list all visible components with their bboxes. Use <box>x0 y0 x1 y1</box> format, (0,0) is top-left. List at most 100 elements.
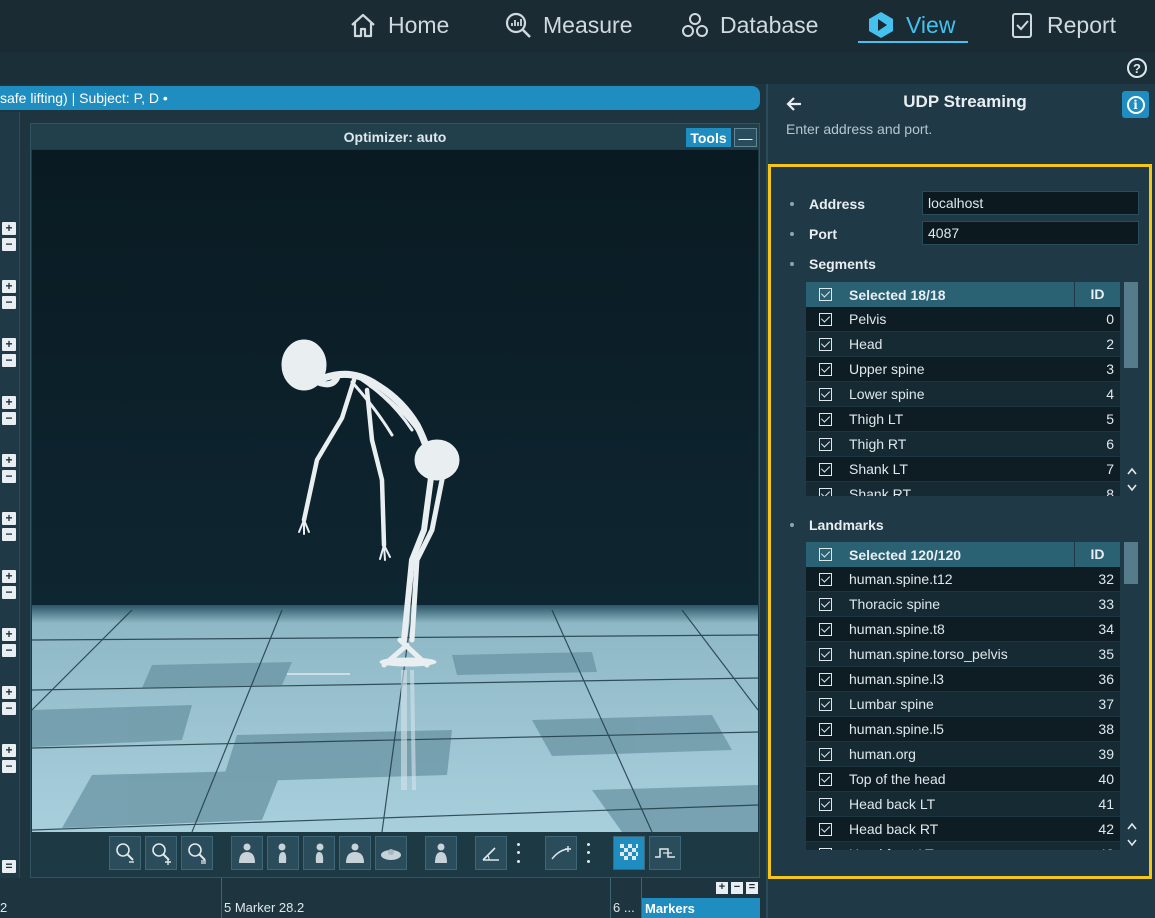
expand-button[interactable]: + <box>2 570 16 583</box>
nav-measure[interactable]: Measure <box>503 6 632 44</box>
expand-button[interactable]: + <box>2 280 16 293</box>
select-all-landmarks-checkbox[interactable] <box>819 548 832 561</box>
nav-home[interactable]: Home <box>348 6 449 44</box>
segments-scroll-thumb[interactable] <box>1124 282 1138 368</box>
expand-button[interactable]: + <box>2 338 16 351</box>
back-arrow-icon[interactable] <box>785 94 805 114</box>
info-button[interactable]: i <box>1122 91 1149 118</box>
nav-database[interactable]: Database <box>680 6 818 44</box>
help-icon[interactable]: ? <box>1127 58 1147 78</box>
nav-view[interactable]: View <box>866 6 955 44</box>
signal-toggle-button[interactable] <box>649 836 681 870</box>
zoom-out-button[interactable] <box>109 836 141 870</box>
collapse-button[interactable]: − <box>2 586 16 599</box>
row-checkbox[interactable] <box>819 337 832 351</box>
angle-menu-dots[interactable] <box>516 840 520 866</box>
row-checkbox[interactable] <box>819 747 832 761</box>
view-perspective-button[interactable] <box>425 836 457 870</box>
port-input[interactable] <box>922 221 1139 245</box>
row-checkbox[interactable] <box>819 572 832 586</box>
expand-button[interactable]: + <box>2 454 16 467</box>
list-item[interactable]: human.spine.t12 32 <box>806 567 1120 592</box>
collapse-button[interactable]: − <box>2 412 16 425</box>
row-checkbox[interactable] <box>819 412 832 426</box>
scroll-down-icon[interactable] <box>1126 838 1138 848</box>
3d-scene[interactable] <box>32 150 758 832</box>
list-item[interactable]: Head front LT43 <box>806 842 1120 850</box>
list-item[interactable]: Lumbar spine 37 <box>806 692 1120 717</box>
timeline-add-button[interactable]: + <box>716 882 728 894</box>
row-checkbox[interactable] <box>819 462 832 476</box>
list-item[interactable]: human.org 39 <box>806 742 1120 767</box>
list-item[interactable]: Pelvis 0 <box>806 307 1120 332</box>
address-input[interactable] <box>922 191 1139 215</box>
view-side-right-button[interactable] <box>303 836 335 870</box>
list-item[interactable]: Thigh RT 6 <box>806 432 1120 457</box>
list-item[interactable]: Lower spine 4 <box>806 382 1120 407</box>
markers-tab[interactable]: Markers <box>642 898 760 918</box>
list-item[interactable]: Head back RT 42 <box>806 817 1120 842</box>
select-all-segments-checkbox[interactable] <box>819 288 832 301</box>
row-checkbox[interactable] <box>819 597 832 611</box>
row-checkbox[interactable] <box>819 847 832 850</box>
expand-button[interactable]: + <box>2 396 16 409</box>
row-checkbox[interactable] <box>819 312 832 326</box>
collapse-button[interactable]: − <box>2 760 16 773</box>
expand-button[interactable]: + <box>2 744 16 757</box>
trajectory-menu-dots[interactable] <box>586 840 590 866</box>
row-checkbox[interactable] <box>819 437 832 451</box>
timeline-remove-button[interactable]: − <box>731 882 743 894</box>
collapse-button[interactable]: − <box>2 702 16 715</box>
view-side-left-button[interactable] <box>267 836 299 870</box>
list-item[interactable]: human.spine.l5 38 <box>806 717 1120 742</box>
view-front-button[interactable] <box>231 836 263 870</box>
row-checkbox[interactable] <box>819 622 832 636</box>
collapse-button[interactable]: − <box>2 470 16 483</box>
row-checkbox[interactable] <box>819 822 832 836</box>
list-item[interactable]: Thoracic spine 33 <box>806 592 1120 617</box>
collapse-button[interactable]: − <box>2 644 16 657</box>
list-item[interactable]: Top of the head 40 <box>806 767 1120 792</box>
expand-button[interactable]: + <box>2 628 16 641</box>
row-checkbox[interactable] <box>819 797 832 811</box>
row-checkbox[interactable] <box>819 387 832 401</box>
floor-toggle-button[interactable] <box>613 836 645 870</box>
row-checkbox[interactable] <box>819 722 832 736</box>
expand-button[interactable]: + <box>2 686 16 699</box>
list-item[interactable]: Shank RT 8 <box>806 482 1120 496</box>
view-top-button[interactable] <box>375 836 407 870</box>
zoom-reset-button[interactable] <box>181 836 213 870</box>
collapse-button[interactable]: − <box>2 238 16 251</box>
scroll-down-icon[interactable] <box>1126 483 1138 493</box>
tools-button[interactable]: Tools <box>686 128 731 147</box>
nav-report[interactable]: Report <box>1007 6 1116 44</box>
view-back-button[interactable] <box>339 836 371 870</box>
expand-button[interactable]: + <box>2 222 16 235</box>
row-checkbox[interactable] <box>819 772 832 786</box>
trajectory-tool-button[interactable] <box>545 836 577 870</box>
angle-tool-button[interactable] <box>475 836 507 870</box>
row-checkbox[interactable] <box>819 362 832 376</box>
list-item[interactable]: human.spine.torso_pelvis 35 <box>806 642 1120 667</box>
row-checkbox[interactable] <box>819 487 832 496</box>
expand-button[interactable]: + <box>2 512 16 525</box>
collapse-all-button[interactable]: = <box>2 860 16 873</box>
scroll-up-icon[interactable] <box>1126 466 1138 476</box>
landmarks-scrollbar[interactable] <box>1124 542 1138 848</box>
collapse-button[interactable]: − <box>2 296 16 309</box>
scroll-up-icon[interactable] <box>1126 821 1138 831</box>
list-item[interactable]: Head 2 <box>806 332 1120 357</box>
collapse-button[interactable]: − <box>2 354 16 367</box>
row-checkbox[interactable] <box>819 697 832 711</box>
row-checkbox[interactable] <box>819 647 832 661</box>
list-item[interactable]: Thigh LT 5 <box>806 407 1120 432</box>
zoom-in-button[interactable] <box>145 836 177 870</box>
list-item[interactable]: human.spine.t8 34 <box>806 617 1120 642</box>
landmarks-scroll-thumb[interactable] <box>1124 542 1138 584</box>
list-item[interactable]: Upper spine 3 <box>806 357 1120 382</box>
viewport-collapse-button[interactable]: — <box>734 128 757 147</box>
list-item[interactable]: Head back LT 41 <box>806 792 1120 817</box>
list-item[interactable]: Shank LT 7 <box>806 457 1120 482</box>
collapse-button[interactable]: − <box>2 528 16 541</box>
timeline-menu-button[interactable]: = <box>746 882 758 894</box>
